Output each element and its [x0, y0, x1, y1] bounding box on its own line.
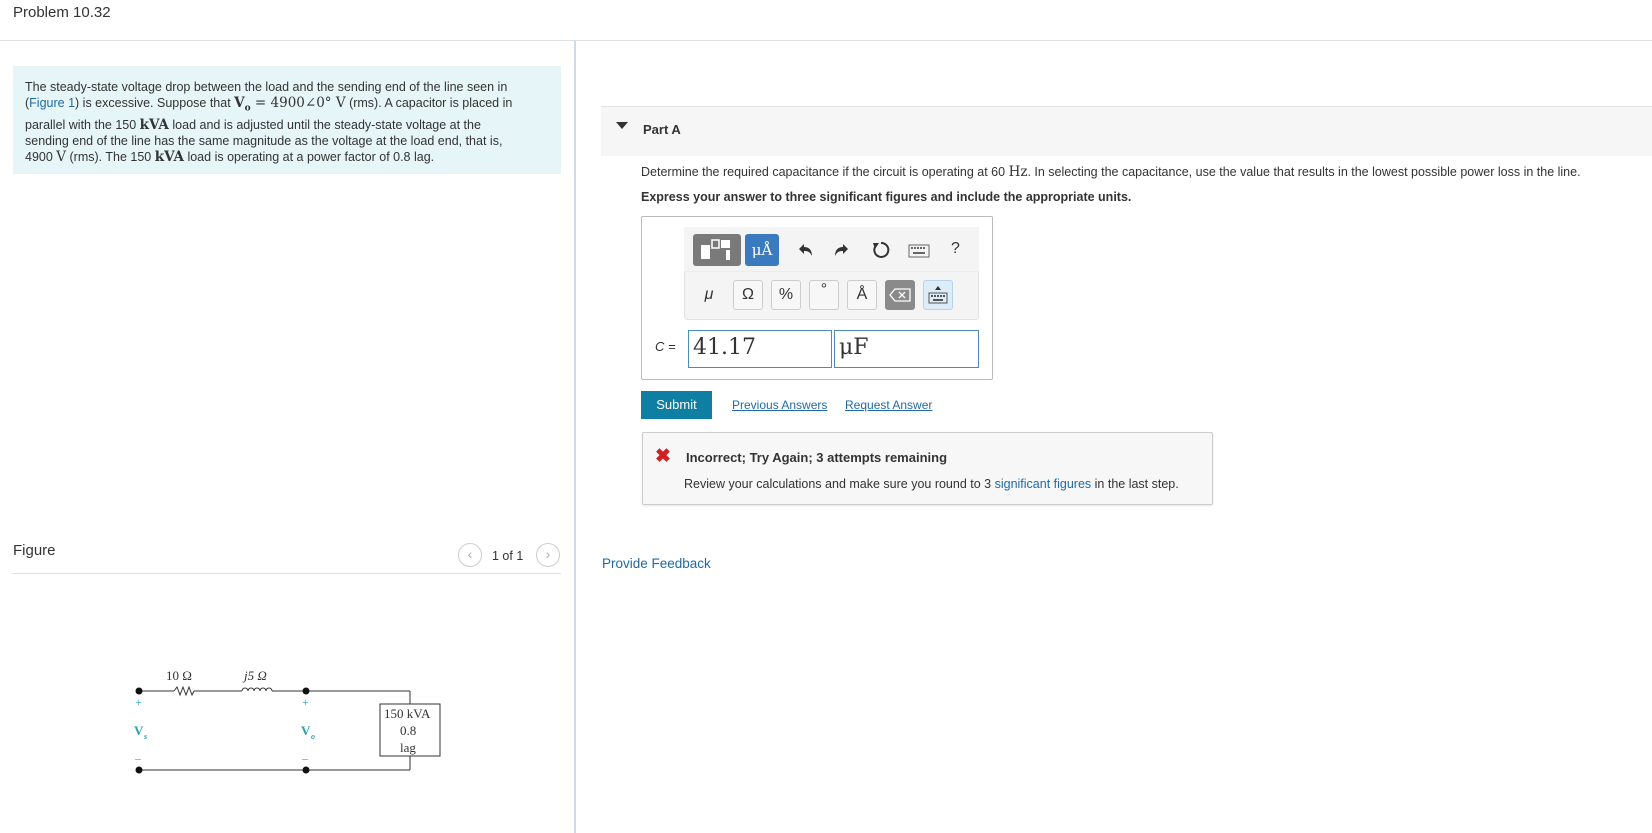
- pane-divider[interactable]: [574, 40, 576, 833]
- answer-units-input[interactable]: μF: [834, 330, 979, 368]
- terminal-node: [135, 687, 143, 695]
- resistor-label: 10 Ω: [166, 668, 192, 683]
- load-label: 0.8: [400, 723, 416, 738]
- instruction-text: Express your answer to three significant…: [641, 190, 1132, 204]
- figure-divider: [13, 573, 561, 574]
- kva-unit: kVA: [139, 116, 169, 133]
- chevron-left-icon[interactable]: ‹: [458, 543, 482, 567]
- percent-key[interactable]: %: [771, 280, 801, 310]
- vo-subscript: o: [311, 732, 315, 741]
- load-label: 150 kVA: [384, 706, 431, 721]
- figure-pager: 1 of 1: [492, 549, 524, 563]
- redo-icon[interactable]: [832, 240, 852, 260]
- hz-unit: Hz: [1008, 164, 1028, 180]
- submit-button[interactable]: Submit: [641, 391, 712, 419]
- templates-button[interactable]: [693, 234, 741, 266]
- templates-icon: [701, 239, 730, 260]
- degree-key[interactable]: °: [809, 280, 839, 310]
- answer-value-input[interactable]: 41.17: [688, 330, 832, 368]
- ohm-key[interactable]: Ω: [733, 280, 763, 310]
- part-a-title[interactable]: Part A: [643, 122, 681, 137]
- question-text: Determine the required capacitance if th…: [641, 164, 1581, 180]
- vo-label: V: [301, 723, 311, 738]
- problem-text: ) is excessive. Suppose that: [75, 96, 235, 110]
- kva-unit: kVA: [154, 148, 184, 165]
- vs-subscript: s: [143, 732, 147, 741]
- significant-figures-link[interactable]: significant figures: [995, 477, 1092, 491]
- problem-text: sending end of the line has the same mag…: [25, 133, 503, 148]
- chevron-right-icon[interactable]: ›: [536, 543, 560, 567]
- feedback-title: Incorrect; Try Again; 3 attempts remaini…: [686, 450, 948, 465]
- request-answer-link[interactable]: Request Answer: [845, 398, 932, 412]
- part-a-header[interactable]: [601, 106, 1652, 156]
- circuit-diagram: 10 Ω j5 Ω 150 kVA 0.8 lag + + – – V s V …: [134, 668, 441, 774]
- caret-down-icon[interactable]: [616, 122, 628, 129]
- figure-link[interactable]: Figure 1: [29, 96, 75, 110]
- page-title: Problem 10.32: [13, 4, 111, 21]
- problem-text: (rms). The 150: [66, 149, 155, 164]
- feedback-panel: [642, 432, 1213, 505]
- keyboard-toggle-button[interactable]: [923, 280, 953, 310]
- problem-text: 4900: [25, 149, 57, 164]
- units-button[interactable]: μÅ: [745, 234, 779, 266]
- feedback-message: Review your calculations and make sure y…: [684, 477, 1179, 491]
- undo-icon[interactable]: [795, 240, 815, 260]
- minus-sign: –: [301, 751, 309, 765]
- angstrom-key[interactable]: Å: [847, 280, 877, 310]
- keyboard-toggle-icon: [928, 286, 948, 304]
- v-unit: V: [56, 148, 67, 165]
- vo-value: = 4900∠0° V: [250, 95, 346, 111]
- figure-heading: Figure: [13, 542, 56, 559]
- mu-key[interactable]: μ: [694, 280, 724, 310]
- minus-sign: –: [134, 751, 142, 765]
- header-divider: [0, 40, 1652, 41]
- help-icon[interactable]: ?: [951, 240, 960, 258]
- terminal-node: [302, 687, 310, 695]
- terminal-node: [302, 766, 310, 774]
- problem-text: load is operating at a power factor of 0…: [183, 149, 435, 164]
- plus-sign: +: [302, 695, 309, 709]
- answer-label: C =: [655, 339, 676, 354]
- problem-text: The steady-state voltage drop between th…: [25, 80, 508, 94]
- vo-symbol: Vo: [234, 95, 251, 114]
- backspace-icon: [889, 288, 911, 302]
- error-x-icon: ✖: [655, 446, 671, 467]
- terminal-node: [135, 766, 143, 774]
- plus-sign: +: [135, 695, 142, 709]
- keyboard-icon[interactable]: [908, 244, 930, 258]
- vs-label: V: [134, 723, 144, 738]
- provide-feedback-link[interactable]: Provide Feedback: [602, 556, 711, 571]
- reactance-label: j5 Ω: [242, 668, 267, 683]
- load-label: lag: [400, 740, 416, 755]
- previous-answers-link[interactable]: Previous Answers: [732, 398, 827, 412]
- problem-text: parallel with the 150: [25, 117, 140, 132]
- problem-text: load and is adjusted until the steady-st…: [168, 117, 481, 132]
- reset-icon[interactable]: [871, 240, 891, 260]
- problem-statement: The steady-state voltage drop between th…: [13, 66, 561, 174]
- backspace-button[interactable]: [885, 280, 915, 310]
- problem-text: (rms). A capacitor is placed in: [345, 96, 513, 110]
